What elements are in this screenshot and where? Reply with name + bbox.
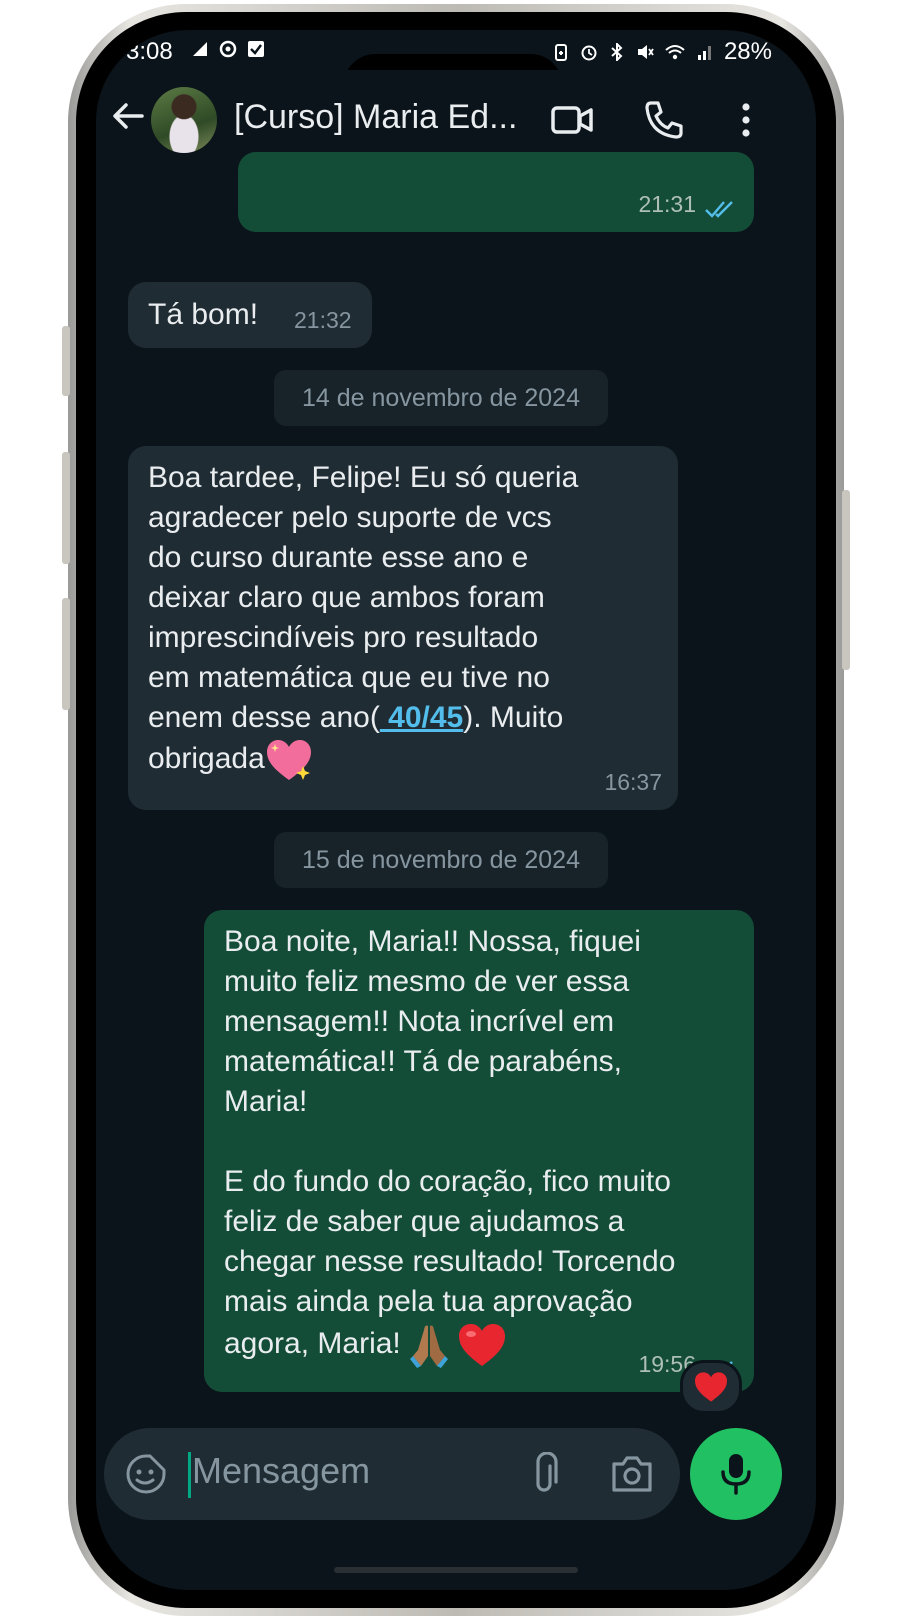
- phone-screen: 3:08 28% [Curso] Maria Ed... 21:31 Tá bo…: [96, 30, 816, 1590]
- message-bubble-incoming[interactable]: Tá bom! 21:32: [128, 282, 372, 348]
- bluetooth-icon: [611, 43, 623, 61]
- volume-up-button: [62, 452, 70, 564]
- battery-percent: 28%: [723, 38, 772, 65]
- sparkling-heart-emoji-icon: [266, 740, 311, 780]
- action-button: [62, 326, 70, 396]
- message-composer: Mensagem: [104, 1428, 680, 1520]
- message-text: Tá bom!: [148, 298, 259, 331]
- message-bubble-outgoing[interactable]: 21:31: [238, 152, 754, 232]
- message-bubble-outgoing[interactable]: Boa noite, Maria!! Nossa, fiquei muito f…: [204, 910, 754, 1392]
- message-time: 16:37: [604, 769, 662, 795]
- message-time: 21:31: [638, 191, 696, 217]
- message-list: 21:31 Tá bom! 21:32 14 de novembro de 20…: [96, 152, 816, 1422]
- home-indicator: [334, 1567, 578, 1573]
- message-link[interactable]: 40/45: [380, 701, 463, 734]
- status-notification-icons: [191, 40, 265, 58]
- power-button: [842, 490, 850, 670]
- message-input[interactable]: Mensagem: [192, 1450, 492, 1498]
- microphone-icon: [721, 1454, 751, 1495]
- mute-icon: [637, 45, 654, 59]
- back-arrow-icon[interactable]: [108, 96, 148, 136]
- read-ticks-icon: [705, 201, 733, 218]
- status-time: 3:08: [126, 38, 173, 65]
- message-time: 21:32: [294, 307, 352, 333]
- checkbox-icon: [248, 41, 264, 57]
- camera-icon[interactable]: [610, 1454, 654, 1494]
- contact-avatar[interactable]: [151, 87, 217, 153]
- sticker-icon[interactable]: [124, 1452, 168, 1496]
- message-bubble-incoming[interactable]: Boa tardee, Felipe! Eu só queria agradec…: [128, 446, 678, 810]
- red-heart-emoji-icon: [459, 1324, 506, 1366]
- battery-saver-icon: [554, 44, 567, 61]
- folded-hands-emoji-icon: [410, 1325, 449, 1368]
- date-separator: 15 de novembro de 2024: [274, 832, 608, 888]
- message-reaction[interactable]: [680, 1360, 742, 1414]
- red-heart-reaction-icon: [695, 1372, 727, 1402]
- status-system-icons: 28%: [552, 38, 772, 66]
- video-call-icon[interactable]: [550, 98, 594, 142]
- alarm-icon: [581, 45, 597, 61]
- sync-icon: [219, 40, 237, 58]
- message-text: Boa tardee, Felipe! Eu só queria agradec…: [148, 461, 579, 734]
- message-text: Boa noite, Maria!! Nossa, fiquei muito f…: [224, 925, 676, 1360]
- cellular-signal-icon: [697, 46, 711, 60]
- voice-call-icon[interactable]: [642, 98, 686, 142]
- message-text-block: Boa tardee, Felipe! Eu só queria agradec…: [148, 458, 668, 782]
- wifi-icon: [665, 45, 685, 60]
- signal-app-icon: [193, 42, 207, 56]
- date-separator: 14 de novembro de 2024: [274, 370, 608, 426]
- volume-down-button: [62, 598, 70, 710]
- voice-record-button[interactable]: [690, 1428, 782, 1520]
- attach-icon[interactable]: [524, 1452, 564, 1496]
- contact-name[interactable]: [Curso] Maria Ed...: [234, 98, 534, 142]
- more-options-icon[interactable]: [724, 98, 768, 142]
- text-cursor: [188, 1452, 191, 1498]
- message-text-block: Boa noite, Maria!! Nossa, fiquei muito f…: [224, 922, 748, 1368]
